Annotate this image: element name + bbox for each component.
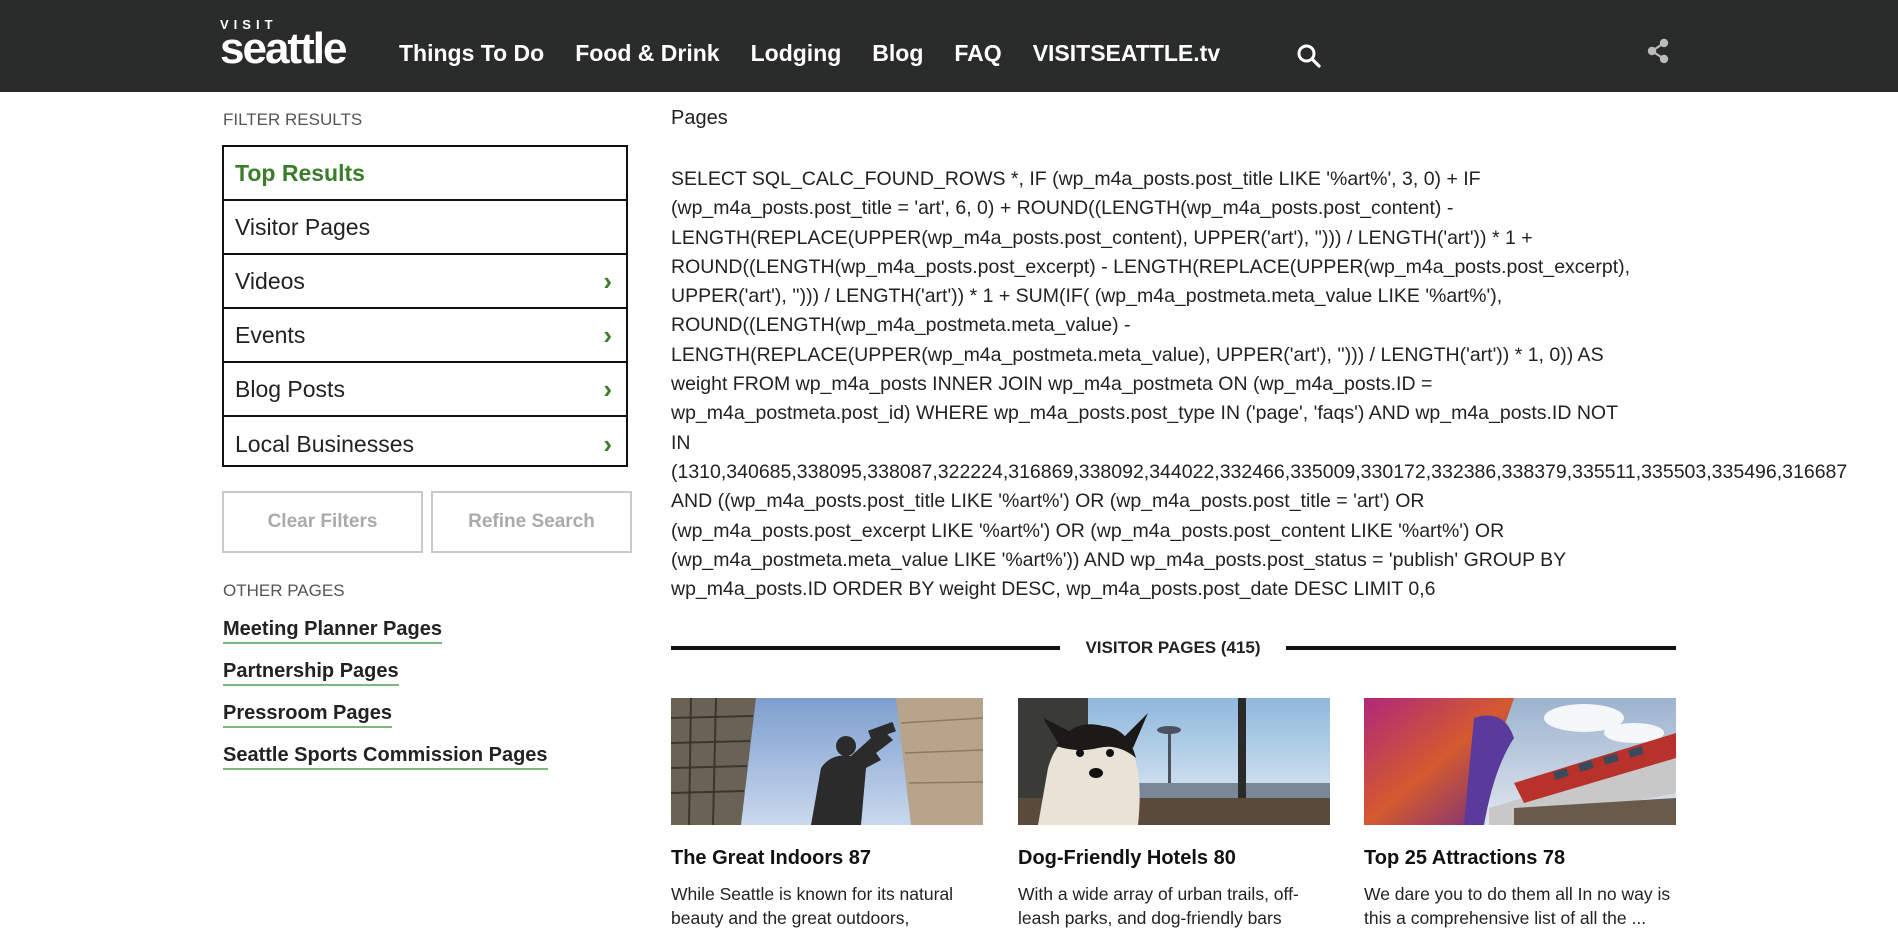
sql-debug-text: SELECT SQL_CALC_FOUND_ROWS *, IF (wp_m4a…: [671, 165, 1891, 604]
clear-filters-button[interactable]: Clear Filters: [222, 491, 423, 553]
filter-label: Local Businesses: [235, 430, 414, 457]
sql-line: LENGTH(REPLACE(UPPER(wp_m4a_postmeta.met…: [671, 343, 1604, 366]
section-divider: [1286, 646, 1676, 650]
card-image-dog-window[interactable]: [1018, 698, 1330, 825]
card-description: While Seattle is known for its natural b…: [671, 884, 954, 928]
filter-label: Videos: [235, 267, 305, 294]
visitor-pages-section-title: VISITOR PAGES (415): [1085, 638, 1261, 657]
nav-visitseattle-tv[interactable]: VISITSEATTLE.tv: [1033, 38, 1220, 68]
sql-line: ROUND((LENGTH(wp_m4a_posts.post_excerpt)…: [671, 255, 1631, 278]
filter-label: Blog Posts: [235, 375, 345, 402]
refine-search-button[interactable]: Refine Search: [431, 491, 632, 553]
card-image-hammering-man[interactable]: [671, 698, 983, 825]
filter-local-businesses[interactable]: Local Businesses ›: [224, 417, 626, 471]
filter-blog-posts[interactable]: Blog Posts ›: [224, 363, 626, 417]
sql-line: UPPER('art'), ''))) / LENGTH('art')) * 1…: [671, 285, 1503, 308]
search-icon[interactable]: [1296, 43, 1322, 69]
nav-lodging[interactable]: Lodging: [751, 38, 842, 68]
sql-line: IN: [671, 431, 691, 454]
filter-visitor-pages[interactable]: Visitor Pages: [224, 201, 626, 255]
filter-top-results[interactable]: Top Results: [224, 147, 626, 201]
nav-blog[interactable]: Blog: [872, 38, 923, 68]
filter-list: Top Results Visitor Pages Videos › Event…: [222, 145, 628, 467]
card-title[interactable]: Dog-Friendly Hotels 80: [1018, 847, 1330, 870]
chevron-right-icon: ›: [603, 374, 612, 404]
section-divider: [671, 646, 1060, 650]
filter-label: Events: [235, 321, 306, 348]
result-card[interactable]: Dog-Friendly Hotels 80 With a wide array…: [1018, 698, 1330, 930]
result-card[interactable]: The Great Indoors 87 While Seattle is kn…: [671, 698, 983, 930]
card-title[interactable]: Top 25 Attractions 78: [1364, 847, 1676, 870]
card-description: With a wide array of urban trails, off-l…: [1018, 884, 1299, 928]
sql-line: wp_m4a_postmeta.post_id) WHERE wp_m4a_po…: [671, 402, 1618, 425]
card-title[interactable]: The Great Indoors 87: [671, 847, 983, 870]
chevron-right-icon: ›: [603, 266, 612, 296]
filter-results-heading: FILTER RESULTS: [223, 110, 363, 129]
sql-line: LENGTH(REPLACE(UPPER(wp_m4a_posts.post_c…: [671, 226, 1533, 249]
filter-label: Top Results: [235, 159, 365, 186]
share-icon[interactable]: [1643, 36, 1673, 66]
sql-line: ROUND((LENGTH(wp_m4a_postmeta.meta_value…: [671, 314, 1131, 337]
chevron-right-icon: ›: [603, 320, 612, 350]
other-pages-heading: OTHER PAGES: [223, 581, 345, 600]
logo-seattle-text: seattle: [220, 24, 347, 73]
link-pressroom-pages[interactable]: Pressroom Pages: [223, 701, 392, 728]
link-meeting-planner-pages[interactable]: Meeting Planner Pages: [223, 617, 442, 644]
chevron-right-icon: ›: [603, 429, 612, 459]
nav-food-drink[interactable]: Food & Drink: [575, 38, 719, 68]
nav-things-to-do[interactable]: Things To Do: [399, 38, 544, 68]
link-seattle-sports-commission-pages[interactable]: Seattle Sports Commission Pages: [223, 743, 548, 770]
pages-heading: Pages: [671, 107, 728, 129]
site-header: VISIT seattle Things To Do Food & Drink …: [0, 0, 1898, 92]
visit-seattle-logo[interactable]: VISIT seattle: [220, 18, 347, 73]
sql-line: SELECT SQL_CALC_FOUND_ROWS *, IF (wp_m4a…: [671, 168, 1481, 190]
sql-line: AND ((wp_m4a_posts.post_title LIKE '%art…: [671, 490, 1425, 513]
filter-label: Visitor Pages: [235, 213, 371, 240]
card-description: We dare you to do them all In no way is …: [1364, 884, 1671, 928]
result-card[interactable]: Top 25 Attractions 78 We dare you to do …: [1364, 698, 1676, 930]
card-image-monorail-mopop[interactable]: [1364, 698, 1676, 825]
sql-line: (wp_m4a_posts.post_title = 'art', 6, 0) …: [671, 197, 1454, 220]
link-partnership-pages[interactable]: Partnership Pages: [223, 659, 399, 686]
main-nav: Things To Do Food & Drink Lodging Blog F…: [399, 38, 1251, 68]
sql-line: wp_m4a_posts.ID ORDER BY weight DESC, wp…: [671, 578, 1436, 601]
nav-faq[interactable]: FAQ: [954, 38, 1001, 68]
filter-events[interactable]: Events ›: [224, 309, 626, 363]
sql-line: (wp_m4a_posts.post_excerpt LIKE '%art%')…: [671, 519, 1505, 542]
sql-line: weight FROM wp_m4a_posts INNER JOIN wp_m…: [671, 373, 1433, 396]
sql-line: (1310,340685,338095,338087,322224,316869…: [671, 460, 1848, 483]
sql-line: (wp_m4a_postmeta.meta_value LIKE '%art%'…: [671, 548, 1567, 571]
filter-videos[interactable]: Videos ›: [224, 255, 626, 309]
